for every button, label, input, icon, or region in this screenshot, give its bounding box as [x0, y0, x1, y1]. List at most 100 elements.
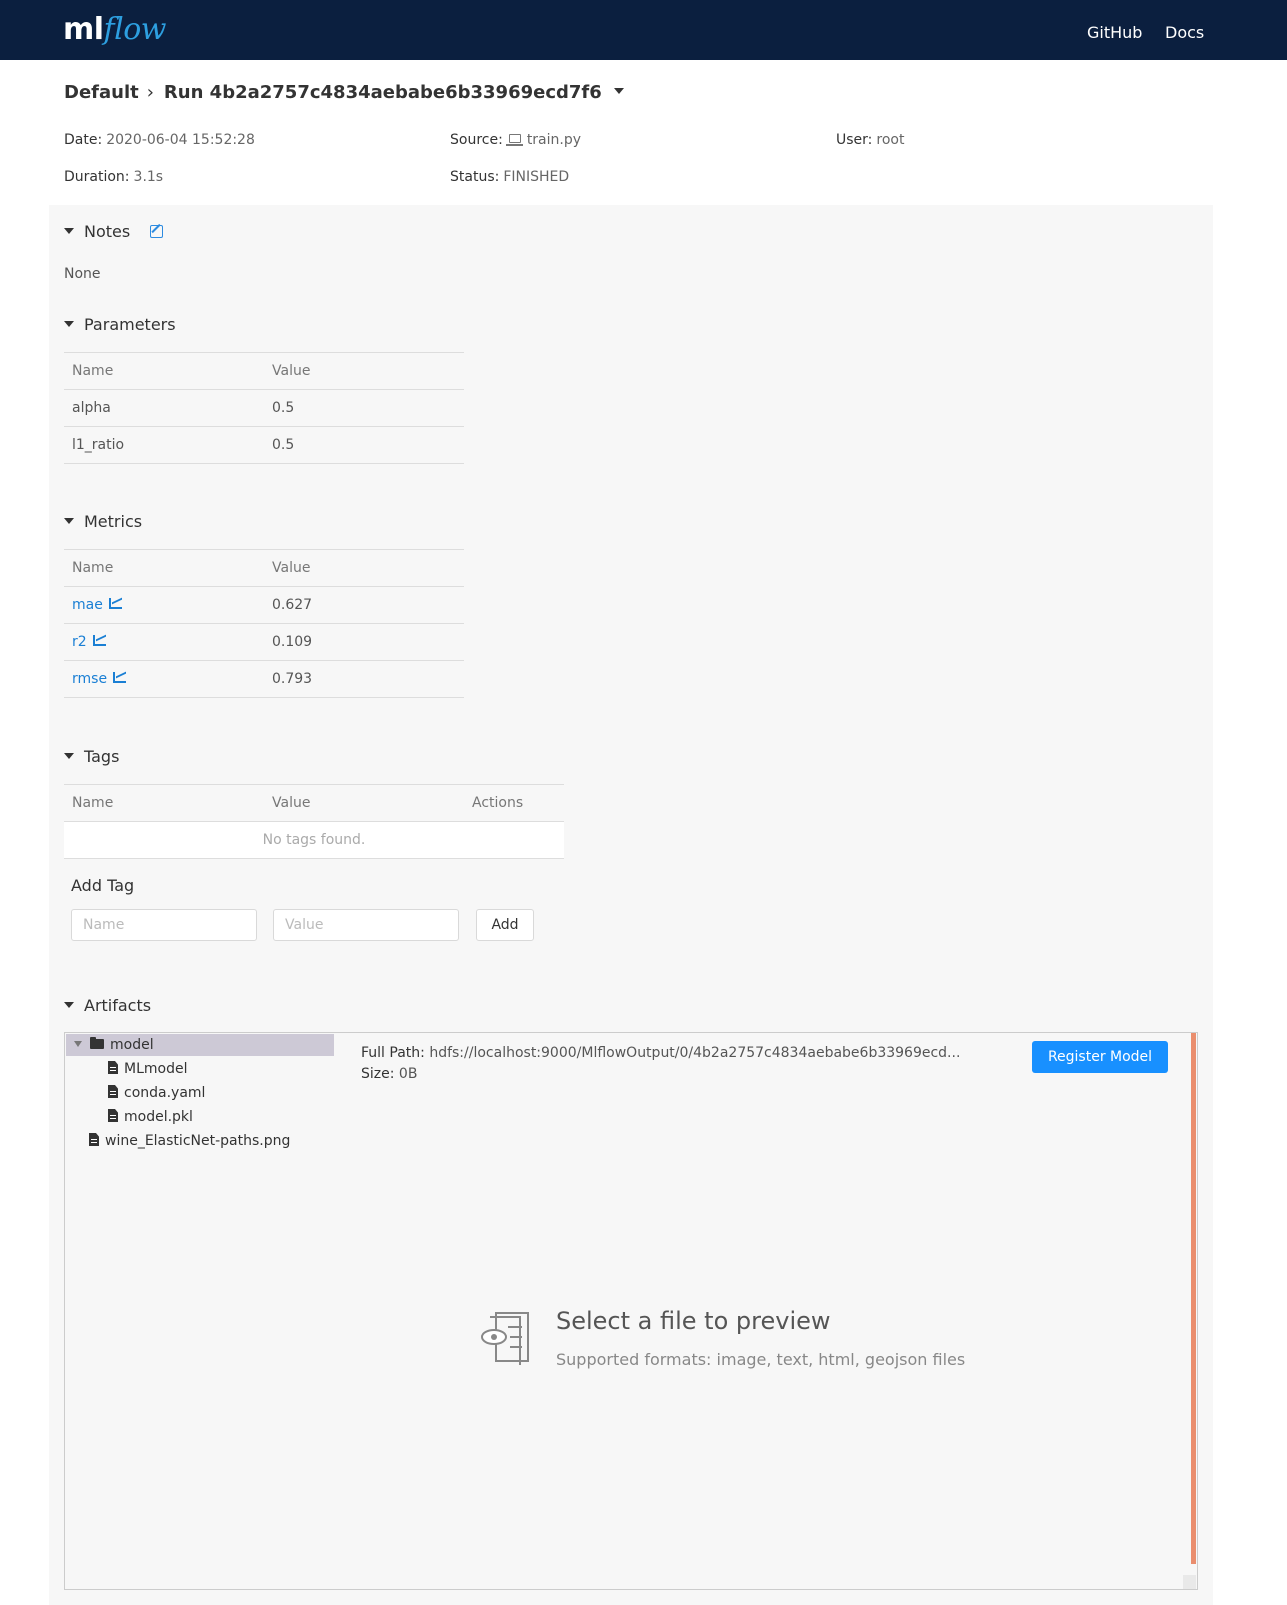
run-date: Date: 2020-06-04 15:52:28 — [64, 130, 255, 150]
metric-name-cell: r2 — [64, 623, 264, 661]
tree-file-label: MLmodel — [124, 1061, 188, 1077]
collapse-caret-icon — [64, 1001, 74, 1008]
collapse-caret-icon — [64, 517, 74, 524]
file-icon — [108, 1061, 118, 1074]
user-label: User: — [836, 132, 873, 148]
metric-link-rmse[interactable]: rmse — [72, 671, 107, 687]
breadcrumb-experiment-link[interactable]: Default — [64, 82, 139, 103]
user-value: root — [876, 132, 905, 148]
file-icon — [108, 1109, 118, 1122]
laptop-icon — [505, 134, 523, 146]
table-header-row: Name Value — [64, 352, 464, 390]
tree-file-elasticnet-png[interactable]: wine_ElasticNet-paths.png — [89, 1131, 290, 1151]
tree-folder-label: model — [110, 1037, 154, 1053]
preview-title: Select a file to preview — [556, 1307, 831, 1335]
line-chart-icon[interactable] — [92, 635, 106, 646]
mlflow-logo[interactable]: mlflow — [63, 10, 167, 50]
parameters-title: Parameters — [84, 315, 176, 334]
tree-file-mlmodel[interactable]: MLmodel — [108, 1059, 187, 1079]
add-tag-button[interactable]: Add — [476, 909, 534, 941]
table-row: mae 0.627 — [64, 586, 464, 624]
tree-file-model-pkl[interactable]: model.pkl — [108, 1107, 193, 1127]
notes-section-header[interactable]: Notes — [64, 221, 164, 243]
run-user: User: root — [836, 130, 904, 150]
tags-table: Name Value Actions No tags found. — [64, 784, 564, 859]
date-value: 2020-06-04 15:52:28 — [106, 132, 255, 148]
metrics-title: Metrics — [84, 512, 143, 531]
run-source: Source: train.py — [450, 130, 581, 150]
file-code-icon — [108, 1085, 118, 1098]
line-chart-icon[interactable] — [113, 672, 127, 683]
column-header: Name — [64, 352, 264, 390]
register-model-button[interactable]: Register Model — [1032, 1041, 1168, 1073]
collapse-caret-icon — [64, 227, 74, 234]
duration-label: Duration: — [64, 169, 130, 185]
status-value: FINISHED — [503, 169, 570, 185]
metric-name-cell: rmse — [64, 660, 264, 698]
run-status: Status: FINISHED — [450, 167, 569, 187]
table-header-row: Name Value — [64, 549, 464, 587]
collapse-caret-icon — [64, 320, 74, 327]
column-header: Value — [264, 784, 464, 822]
collapse-caret-icon — [64, 752, 74, 759]
metric-value: 0.109 — [264, 623, 464, 661]
param-name: l1_ratio — [64, 426, 264, 464]
metric-name-cell: mae — [64, 586, 264, 624]
param-value: 0.5 — [264, 389, 464, 427]
full-path-label: Full Path: — [361, 1045, 425, 1061]
artifact-full-path: Full Path: hdfs://localhost:9000/MlflowO… — [361, 1043, 960, 1063]
empty-tags-message: No tags found. — [64, 821, 564, 859]
breadcrumb-chevron-icon: › — [146, 82, 154, 103]
tree-file-label: conda.yaml — [124, 1085, 206, 1101]
size-value: 0B — [398, 1066, 418, 1082]
tree-folder-model[interactable]: model — [74, 1035, 154, 1055]
table-header-row: Name Value Actions — [64, 784, 564, 822]
run-dropdown-caret-icon[interactable] — [613, 88, 624, 94]
add-tag-title: Add Tag — [71, 876, 135, 895]
notes-title: Notes — [84, 222, 131, 241]
tags-section-header[interactable]: Tags — [64, 746, 119, 768]
tree-file-conda-yaml[interactable]: conda.yaml — [108, 1083, 205, 1103]
preview-scrollbar[interactable] — [1191, 1033, 1196, 1564]
top-navbar: mlflow GitHub Docs — [0, 0, 1287, 60]
source-value: train.py — [526, 132, 582, 148]
metric-link-mae[interactable]: mae — [72, 597, 103, 613]
folder-icon — [90, 1037, 104, 1049]
breadcrumb: Default › Run 4b2a2757c4834aebabe6b33969ec… — [64, 80, 624, 106]
artifacts-title: Artifacts — [84, 996, 152, 1015]
tree-expand-icon[interactable] — [74, 1041, 82, 1047]
logo-flow-text: flow — [103, 12, 167, 47]
duration-value: 3.1s — [133, 169, 164, 185]
nav-github-link[interactable]: GitHub — [1087, 22, 1142, 44]
size-label: Size: — [361, 1066, 395, 1082]
metrics-table: Name Value mae 0.627 r2 0.109 rmse 0.793 — [64, 549, 464, 698]
table-row: No tags found. — [64, 821, 564, 859]
file-image-icon — [89, 1133, 99, 1146]
tags-title: Tags — [84, 747, 120, 766]
param-value: 0.5 — [264, 426, 464, 464]
line-chart-icon[interactable] — [108, 598, 122, 609]
tag-name-input[interactable] — [71, 909, 257, 941]
edit-notes-icon[interactable] — [150, 225, 164, 238]
tag-value-input[interactable] — [273, 909, 459, 941]
source-label: Source: — [450, 132, 503, 148]
column-header: Value — [264, 549, 464, 587]
metric-value: 0.793 — [264, 660, 464, 698]
table-row: r2 0.109 — [64, 623, 464, 661]
metric-link-r2[interactable]: r2 — [72, 634, 87, 650]
preview-subtitle: Supported formats: image, text, html, ge… — [556, 1350, 966, 1369]
notes-content: None — [64, 266, 101, 282]
logo-ml-text: ml — [63, 12, 104, 47]
parameters-section-header[interactable]: Parameters — [64, 314, 176, 336]
tree-file-label: model.pkl — [124, 1109, 193, 1125]
nav-docs-link[interactable]: Docs — [1165, 22, 1204, 44]
tree-file-label: wine_ElasticNet-paths.png — [105, 1133, 291, 1149]
artifacts-section-header[interactable]: Artifacts — [64, 995, 151, 1017]
table-row: rmse 0.793 — [64, 660, 464, 698]
column-header: Name — [64, 784, 264, 822]
column-header: Value — [264, 352, 464, 390]
table-row: alpha 0.5 — [64, 389, 464, 427]
parameters-table: Name Value alpha 0.5 l1_ratio 0.5 — [64, 352, 464, 464]
metrics-section-header[interactable]: Metrics — [64, 511, 142, 533]
full-path-value: hdfs://localhost:9000/MlflowOutput/0/4b2… — [429, 1045, 961, 1061]
